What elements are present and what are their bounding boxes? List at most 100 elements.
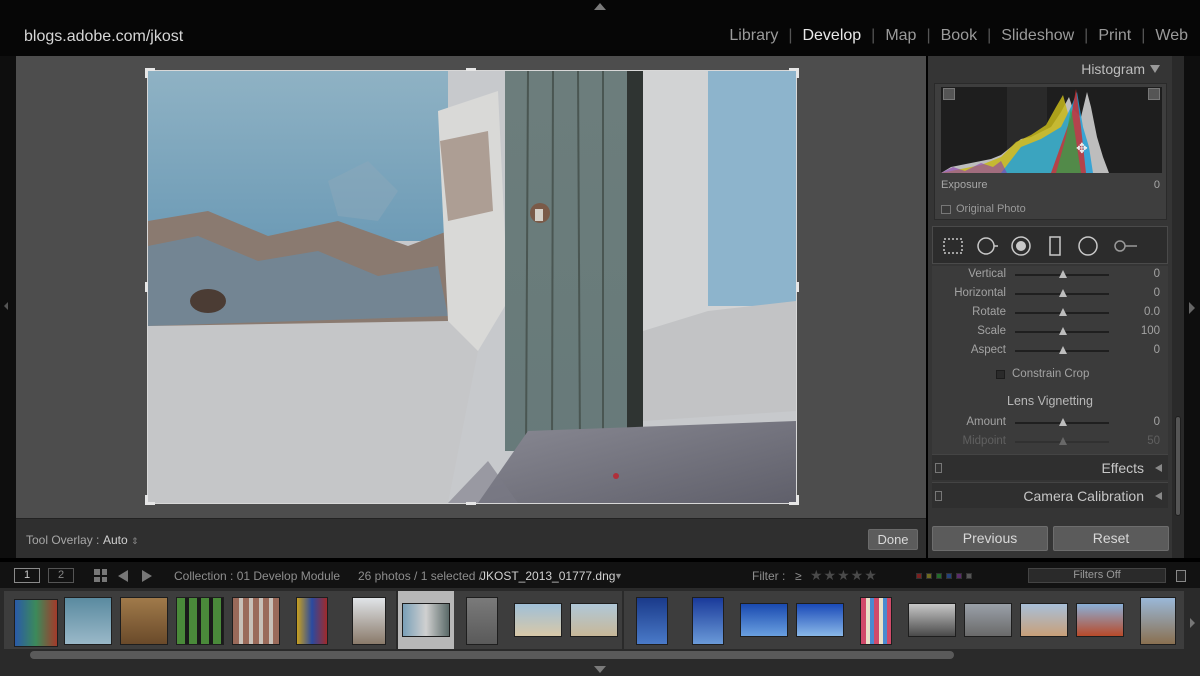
highlight-clipping-icon[interactable] [1148, 88, 1160, 100]
crop-overlay-icon[interactable] [941, 234, 965, 258]
blue-label-icon[interactable] [946, 573, 952, 579]
filmstrip-scroll-right-icon[interactable] [1190, 618, 1195, 628]
image-canvas[interactable] [16, 56, 926, 518]
purple-label-icon[interactable] [956, 573, 962, 579]
grid-view-icon[interactable] [94, 569, 107, 582]
crop-handle-bottom-right[interactable] [796, 495, 799, 505]
panel-switch-icon[interactable] [935, 463, 942, 473]
collapse-top-panel-arrow-icon[interactable] [594, 3, 606, 10]
slider-track[interactable] [1015, 418, 1109, 426]
filter-lock-icon[interactable] [1176, 570, 1186, 582]
slider-track[interactable] [1015, 327, 1109, 335]
camera-calibration-section-header[interactable]: Camera Calibration [932, 482, 1168, 508]
filmstrip-thumbnail[interactable] [60, 591, 116, 649]
crop-handle-bottom[interactable] [466, 502, 476, 505]
module-web[interactable]: Web [1155, 27, 1188, 45]
crop-handle-right[interactable] [796, 282, 799, 292]
original-photo-toggle[interactable]: Original Photo [941, 203, 1026, 215]
crop-handle-top[interactable] [466, 68, 476, 71]
panel-switch-icon[interactable] [935, 491, 942, 501]
secondary-window-button[interactable]: 2 [48, 568, 74, 583]
filmstrip-thumbnail[interactable] [116, 591, 172, 649]
slider-value[interactable]: 0 [1154, 287, 1160, 299]
module-slideshow[interactable]: Slideshow [1001, 27, 1074, 45]
graduated-filter-icon[interactable] [1043, 234, 1067, 258]
slider-knob[interactable] [1059, 270, 1067, 278]
forward-arrow-icon[interactable] [142, 570, 152, 582]
filmstrip-thumbnail[interactable] [340, 591, 396, 649]
slider-knob[interactable] [1059, 308, 1067, 316]
effects-section-header[interactable]: Effects [932, 454, 1168, 480]
rating-operator[interactable]: ≥ [795, 569, 802, 583]
constrain-crop-toggle[interactable]: Constrain Crop [996, 368, 1089, 380]
slider-knob[interactable] [1059, 289, 1067, 297]
crop-handle-top-right[interactable] [796, 68, 799, 78]
module-book[interactable]: Book [941, 27, 977, 45]
filmstrip-thumbnail[interactable] [1128, 591, 1184, 649]
filter-preset-select[interactable]: Filters Off [1028, 568, 1166, 583]
filmstrip-thumbnail[interactable] [510, 591, 566, 649]
slider-track[interactable] [1015, 308, 1109, 316]
slider-track[interactable] [1015, 270, 1109, 278]
photo-preview[interactable] [148, 71, 796, 503]
histogram-graph[interactable]: ✥ [941, 87, 1162, 173]
rating-filter-stars-icon[interactable]: ★★★★★ [810, 567, 878, 584]
filmstrip-thumbnail[interactable] [1016, 591, 1072, 649]
tool-overlay-select[interactable]: Auto ⇕ [103, 533, 139, 547]
slider-track[interactable] [1015, 289, 1109, 297]
filmstrip-thumbnail[interactable] [848, 591, 904, 649]
filmstrip-thumbnail[interactable] [680, 591, 736, 649]
slider-rotate[interactable]: Rotate 0.0 [932, 304, 1168, 323]
crop-handle-bottom-left[interactable] [145, 495, 148, 505]
filmstrip-thumbnail[interactable] [736, 591, 792, 649]
module-print[interactable]: Print [1098, 27, 1131, 45]
back-arrow-icon[interactable] [118, 570, 128, 582]
scrollbar-thumb[interactable] [1175, 416, 1181, 516]
green-label-icon[interactable] [936, 573, 942, 579]
slider-value[interactable]: 0 [1154, 416, 1160, 428]
module-library[interactable]: Library [729, 27, 778, 45]
filmstrip-scrollbar[interactable] [30, 651, 954, 659]
filmstrip-thumbnail[interactable] [172, 591, 228, 649]
spot-removal-icon[interactable] [975, 234, 999, 258]
done-button[interactable]: Done [868, 529, 918, 550]
slider-knob[interactable] [1059, 327, 1067, 335]
main-window-button[interactable]: 1 [14, 568, 40, 583]
collapse-filmstrip-arrow-icon[interactable] [594, 666, 606, 673]
histogram-header[interactable]: Histogram [928, 56, 1172, 82]
collection-source[interactable]: Collection : 01 Develop Module [174, 569, 340, 583]
filmstrip-thumbnail[interactable] [228, 591, 284, 649]
slider-knob[interactable] [1059, 418, 1067, 426]
filmstrip-thumbnail[interactable] [566, 591, 622, 649]
red-label-icon[interactable] [916, 573, 922, 579]
radial-filter-icon[interactable] [1076, 234, 1100, 258]
filmstrip-thumbnail-selected[interactable] [398, 591, 454, 649]
slider-horizontal[interactable]: Horizontal 0 [932, 285, 1168, 304]
filmstrip-thumbnail[interactable] [4, 591, 60, 649]
slider-vertical[interactable]: Vertical 0 [932, 266, 1168, 285]
crop-handle-top-left[interactable] [145, 68, 148, 78]
filmstrip-thumbnail[interactable] [1072, 591, 1128, 649]
filmstrip-thumbnail[interactable] [960, 591, 1016, 649]
crop-handle-left[interactable] [145, 282, 148, 292]
shadow-clipping-icon[interactable] [943, 88, 955, 100]
slider-knob[interactable] [1059, 346, 1067, 354]
left-panel-toggle[interactable] [0, 56, 16, 558]
reset-button[interactable]: Reset [1053, 526, 1169, 551]
filmstrip-thumbnail[interactable] [792, 591, 848, 649]
right-panel-scrollbar[interactable] [1172, 56, 1184, 558]
filmstrip-thumbnail[interactable] [454, 591, 510, 649]
slider-value[interactable]: 0 [1154, 268, 1160, 280]
slider-aspect[interactable]: Aspect 0 [932, 342, 1168, 361]
filename-dropdown-icon[interactable]: ▼ [614, 571, 623, 581]
slider-value[interactable]: 0 [1154, 344, 1160, 356]
red-eye-icon[interactable] [1009, 234, 1033, 258]
slider-value[interactable]: 0.0 [1144, 306, 1160, 318]
slider-scale[interactable]: Scale 100 [932, 323, 1168, 342]
yellow-label-icon[interactable] [926, 573, 932, 579]
module-develop[interactable]: Develop [802, 27, 861, 45]
slider-vignetting-amount[interactable]: Amount 0 [932, 414, 1168, 433]
filmstrip-thumbnail[interactable] [284, 591, 340, 649]
filmstrip-thumbnail[interactable] [904, 591, 960, 649]
module-map[interactable]: Map [885, 27, 916, 45]
